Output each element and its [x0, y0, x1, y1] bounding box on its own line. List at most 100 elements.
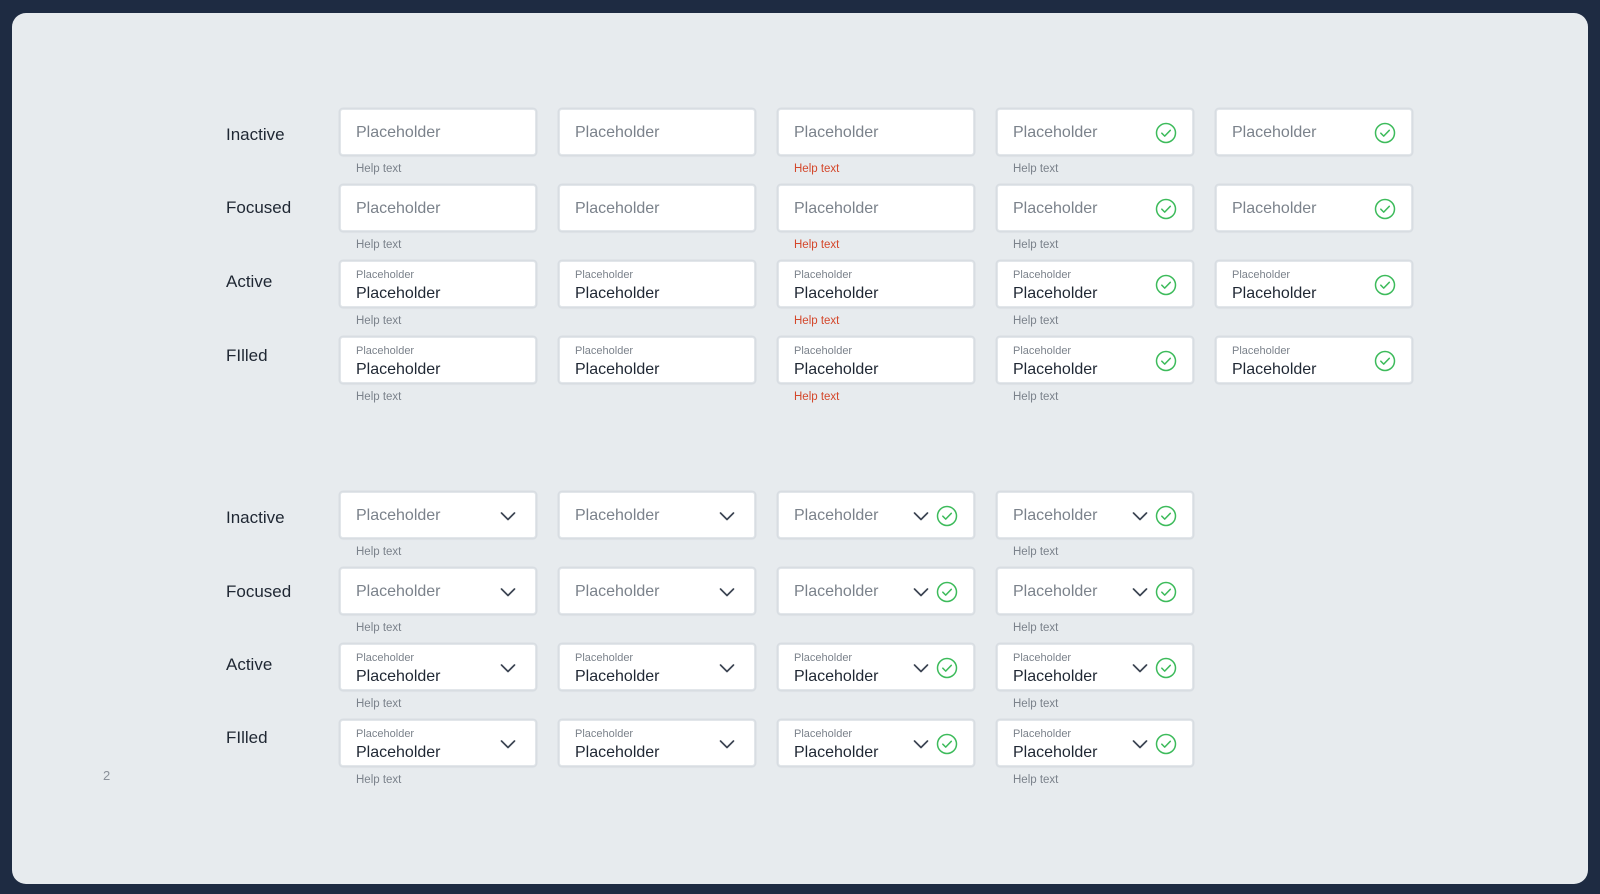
floating-label: Placeholder	[1013, 269, 1072, 281]
dropdown-field[interactable]: Placeholder Placeholder	[997, 720, 1193, 766]
help-text-error: Help text	[794, 239, 840, 251]
chevron-down-icon[interactable]	[717, 506, 737, 526]
field-value: Placeholder	[575, 285, 660, 302]
text-field[interactable]: Placeholder Placeholder	[559, 261, 755, 307]
text-field[interactable]: Placeholder	[778, 109, 974, 155]
dropdown-field[interactable]: Placeholder	[559, 568, 755, 614]
placeholder-text: Placeholder	[1232, 124, 1317, 141]
help-text: Help text	[356, 622, 402, 634]
text-field[interactable]: Placeholder	[1216, 185, 1412, 231]
chevron-down-icon[interactable]	[498, 734, 518, 754]
field-value: Placeholder	[356, 744, 441, 761]
page-number: 2	[103, 768, 111, 783]
placeholder-text: Placeholder	[794, 200, 879, 217]
chevron-down-icon[interactable]	[1130, 582, 1150, 602]
chevron-down-icon[interactable]	[911, 734, 931, 754]
text-field[interactable]: Placeholder Placeholder	[1216, 337, 1412, 383]
floating-label: Placeholder	[1013, 652, 1072, 664]
row-label-focused: Focused	[226, 582, 292, 601]
floating-label: Placeholder	[794, 345, 853, 357]
help-text: Help text	[1013, 239, 1059, 251]
placeholder-text: Placeholder	[1232, 200, 1317, 217]
check-circle-icon	[936, 733, 958, 755]
placeholder-text: Placeholder	[1013, 124, 1098, 141]
dropdown-field[interactable]: Placeholder Placeholder	[559, 720, 755, 766]
field-value: Placeholder	[794, 285, 879, 302]
dropdown-field[interactable]: Placeholder	[997, 568, 1193, 614]
check-circle-icon	[1155, 657, 1177, 679]
check-circle-icon	[936, 505, 958, 527]
chevron-down-icon[interactable]	[498, 658, 518, 678]
check-circle-icon	[1155, 581, 1177, 603]
field-value: Placeholder	[356, 668, 441, 685]
row-label-inactive: Inactive	[226, 125, 285, 144]
text-field[interactable]: Placeholder	[778, 185, 974, 231]
chevron-down-icon[interactable]	[1130, 506, 1150, 526]
placeholder-text: Placeholder	[356, 507, 441, 524]
floating-label: Placeholder	[356, 728, 415, 740]
chevron-down-icon[interactable]	[1130, 734, 1150, 754]
row-label-focused: Focused	[226, 198, 292, 217]
field-value: Placeholder	[1013, 361, 1098, 378]
chevron-down-icon[interactable]	[911, 658, 931, 678]
chevron-down-icon[interactable]	[911, 582, 931, 602]
row-label-filled: FIlled	[226, 728, 268, 747]
text-field[interactable]: Placeholder	[340, 185, 536, 231]
text-field[interactable]: Placeholder Placeholder	[559, 337, 755, 383]
field-value: Placeholder	[1013, 285, 1098, 302]
text-field[interactable]: Placeholder Placeholder	[340, 261, 536, 307]
field-value: Placeholder	[575, 361, 660, 378]
field-value: Placeholder	[794, 668, 879, 685]
floating-label: Placeholder	[575, 269, 634, 281]
text-field[interactable]: Placeholder Placeholder	[778, 337, 974, 383]
check-circle-icon	[1155, 198, 1177, 220]
help-text: Help text	[1013, 622, 1059, 634]
dropdown-field[interactable]: Placeholder Placeholder	[778, 644, 974, 690]
dropdown-field[interactable]: Placeholder	[778, 492, 974, 538]
dropdown-field[interactable]: Placeholder	[778, 568, 974, 614]
chevron-down-icon[interactable]	[1130, 658, 1150, 678]
text-field[interactable]: Placeholder Placeholder	[778, 261, 974, 307]
field-value: Placeholder	[575, 668, 660, 685]
floating-label: Placeholder	[575, 728, 634, 740]
text-field[interactable]: Placeholder	[997, 109, 1193, 155]
dropdown-field[interactable]: Placeholder	[340, 492, 536, 538]
floating-label: Placeholder	[794, 652, 853, 664]
dropdown-field[interactable]: Placeholder	[997, 492, 1193, 538]
chevron-down-icon[interactable]	[717, 658, 737, 678]
dropdown-field[interactable]: Placeholder	[340, 568, 536, 614]
placeholder-text: Placeholder	[794, 507, 879, 524]
dropdown-field[interactable]: Placeholder Placeholder	[997, 644, 1193, 690]
dropdown-field[interactable]: Placeholder Placeholder	[778, 720, 974, 766]
floating-label: Placeholder	[356, 652, 415, 664]
chevron-down-icon[interactable]	[717, 582, 737, 602]
dropdown-field[interactable]: Placeholder Placeholder	[559, 644, 755, 690]
help-text: Help text	[356, 163, 402, 175]
text-field[interactable]: Placeholder	[559, 185, 755, 231]
check-circle-icon	[1374, 198, 1396, 220]
row-label-active: Active	[226, 655, 273, 674]
text-field[interactable]: Placeholder	[340, 109, 536, 155]
text-field[interactable]: Placeholder	[1216, 109, 1412, 155]
check-circle-icon	[1155, 122, 1177, 144]
text-field[interactable]: Placeholder Placeholder	[997, 337, 1193, 383]
text-field[interactable]: Placeholder	[997, 185, 1193, 231]
chevron-down-icon[interactable]	[717, 734, 737, 754]
chevron-down-icon[interactable]	[911, 506, 931, 526]
dropdown-field[interactable]: Placeholder Placeholder	[340, 644, 536, 690]
dropdown-field[interactable]: Placeholder Placeholder	[340, 720, 536, 766]
field-value: Placeholder	[575, 744, 660, 761]
text-field[interactable]: Placeholder Placeholder	[1216, 261, 1412, 307]
text-field[interactable]: Placeholder Placeholder	[340, 337, 536, 383]
text-field[interactable]: Placeholder	[559, 109, 755, 155]
placeholder-text: Placeholder	[356, 124, 441, 141]
chevron-down-icon[interactable]	[498, 506, 518, 526]
placeholder-text: Placeholder	[1013, 507, 1098, 524]
check-circle-icon	[1155, 350, 1177, 372]
dropdown-field[interactable]: Placeholder	[559, 492, 755, 538]
chevron-down-icon[interactable]	[498, 582, 518, 602]
floating-label: Placeholder	[356, 269, 415, 281]
text-field[interactable]: Placeholder Placeholder	[997, 261, 1193, 307]
placeholder-text: Placeholder	[1013, 583, 1098, 600]
placeholder-text: Placeholder	[356, 583, 441, 600]
